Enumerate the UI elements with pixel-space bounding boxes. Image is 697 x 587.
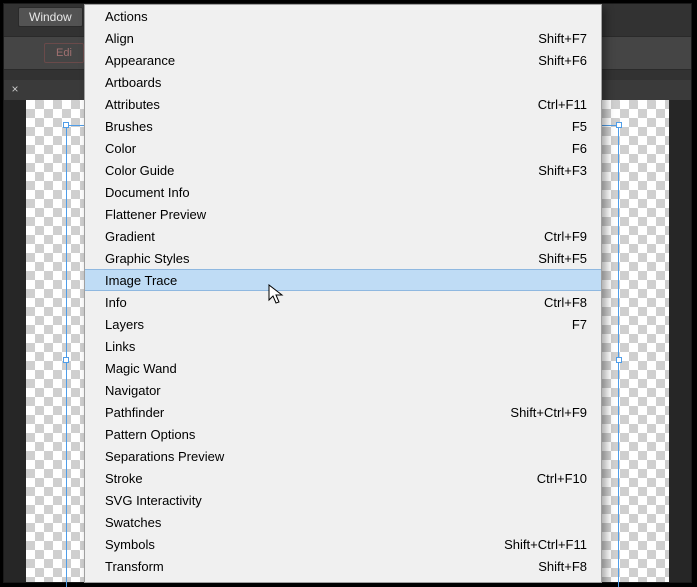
menu-item-shortcut: Shift+Ctrl+F9: [510, 405, 587, 420]
menu-item-label: Artboards: [105, 75, 587, 90]
menu-item[interactable]: SVG Interactivity: [85, 489, 601, 511]
menu-item-label: Color Guide: [105, 163, 518, 178]
selection-handle[interactable]: [63, 357, 69, 363]
window-menu-dropdown[interactable]: Actions Align Shift+F7 Appearance Shift+F6 Ar…: [84, 4, 602, 583]
menu-item-shortcut: F5: [572, 119, 587, 134]
menu-item[interactable]: Gradient Ctrl+F9: [85, 225, 601, 247]
menu-item[interactable]: Attributes Ctrl+F11: [85, 93, 601, 115]
menu-item-label: Pattern Options: [105, 427, 587, 442]
menu-item[interactable]: Symbols Shift+Ctrl+F11: [85, 533, 601, 555]
menu-item[interactable]: Transform Shift+F8: [85, 555, 601, 577]
menu-item[interactable]: Brushes F5: [85, 115, 601, 137]
selection-handle[interactable]: [63, 122, 69, 128]
menu-item-shortcut: Shift+F5: [538, 251, 587, 266]
menu-window[interactable]: Window: [18, 7, 83, 27]
menu-item[interactable]: Actions: [85, 5, 601, 27]
menu-item-label: Align: [105, 31, 518, 46]
menu-item-label: Navigator: [105, 383, 587, 398]
menu-item-label: Actions: [105, 9, 587, 24]
menu-item-label: Image Trace: [105, 273, 587, 288]
close-icon[interactable]: ×: [8, 82, 22, 96]
menu-item-shortcut: Shift+F8: [538, 559, 587, 574]
menu-item-label: Appearance: [105, 53, 518, 68]
menu-item-shortcut: Ctrl+F8: [544, 295, 587, 310]
menu-item[interactable]: Magic Wand: [85, 357, 601, 379]
menu-item-label: Stroke: [105, 471, 517, 486]
menu-item-shortcut: Shift+F7: [538, 31, 587, 46]
menu-item-label: SVG Interactivity: [105, 493, 587, 508]
menu-item[interactable]: Pattern Options: [85, 423, 601, 445]
menu-item[interactable]: Info Ctrl+F8: [85, 291, 601, 313]
menu-item[interactable]: Document Info: [85, 181, 601, 203]
menu-item-shortcut: Shift+Ctrl+F11: [504, 537, 587, 552]
menu-item-label: Magic Wand: [105, 361, 587, 376]
menu-item-shortcut: Ctrl+F10: [537, 471, 587, 486]
menu-item-label: Layers: [105, 317, 552, 332]
menu-item[interactable]: Pathfinder Shift+Ctrl+F9: [85, 401, 601, 423]
options-edit-button[interactable]: Edi: [44, 43, 84, 63]
menu-item-label: Attributes: [105, 97, 518, 112]
menu-window-label: Window: [29, 10, 72, 24]
menu-item-shortcut: F6: [572, 141, 587, 156]
menu-item[interactable]: Color Guide Shift+F3: [85, 159, 601, 181]
selection-handle[interactable]: [616, 357, 622, 363]
menu-item[interactable]: Appearance Shift+F6: [85, 49, 601, 71]
menu-item-label: Brushes: [105, 119, 552, 134]
menu-item-label: Pathfinder: [105, 405, 490, 420]
menu-item-shortcut: Ctrl+F9: [544, 229, 587, 244]
menu-item-label: Symbols: [105, 537, 484, 552]
menu-item-label: Flattener Preview: [105, 207, 587, 222]
menu-item[interactable]: Layers F7: [85, 313, 601, 335]
menu-item-label: Color: [105, 141, 552, 156]
menu-item-shortcut: Ctrl+F11: [538, 97, 587, 112]
menu-item-label: Document Info: [105, 185, 587, 200]
menu-item[interactable]: Flattener Preview: [85, 203, 601, 225]
menu-item-label: Graphic Styles: [105, 251, 518, 266]
selection-handle[interactable]: [616, 122, 622, 128]
menu-item[interactable]: Swatches: [85, 511, 601, 533]
menu-item[interactable]: Graphic Styles Shift+F5: [85, 247, 601, 269]
menu-item-label: Transform: [105, 559, 518, 574]
options-edit-label: Edi: [56, 47, 72, 59]
menu-item[interactable]: Stroke Ctrl+F10: [85, 467, 601, 489]
menu-item-label: Links: [105, 339, 587, 354]
menu-item[interactable]: Image Trace: [85, 269, 601, 291]
menu-item-label: Separations Preview: [105, 449, 587, 464]
menu-item-label: Swatches: [105, 515, 587, 530]
viewport: Window Edi ×: [0, 0, 697, 587]
menu-item[interactable]: Navigator: [85, 379, 601, 401]
menu-item-shortcut: Shift+F3: [538, 163, 587, 178]
menu-item[interactable]: Align Shift+F7: [85, 27, 601, 49]
menu-item[interactable]: Color F6: [85, 137, 601, 159]
menu-item[interactable]: Artboards: [85, 71, 601, 93]
menu-item[interactable]: Separations Preview: [85, 445, 601, 467]
menu-item-label: Gradient: [105, 229, 524, 244]
menu-item[interactable]: Links: [85, 335, 601, 357]
menu-item-label: Info: [105, 295, 524, 310]
menu-item-shortcut: Shift+F6: [538, 53, 587, 68]
menu-item-shortcut: F7: [572, 317, 587, 332]
